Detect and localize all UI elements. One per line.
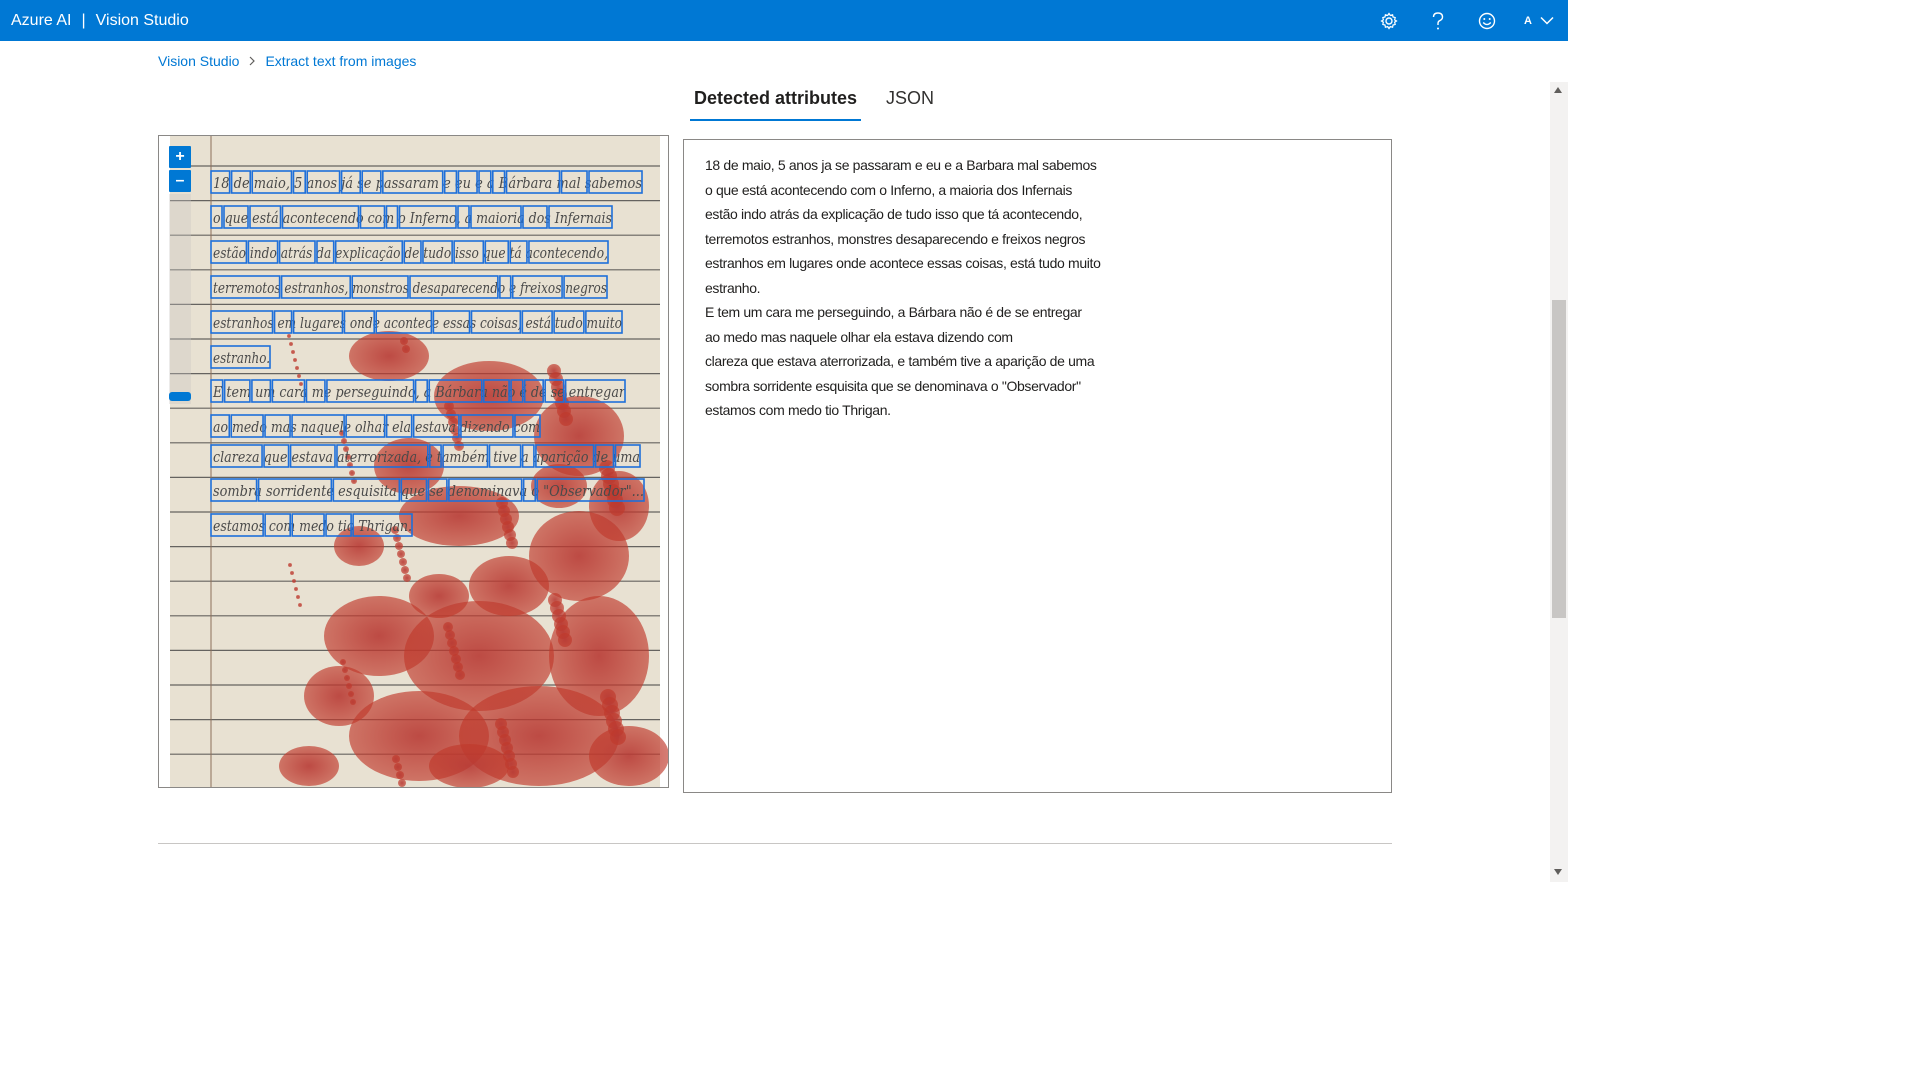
brand-separator: | xyxy=(81,11,86,29)
detected-text-line: terremotos estranhos, monstres desaparec… xyxy=(705,230,1086,247)
scroll-down-icon[interactable] xyxy=(1553,868,1563,876)
detected-text-line: clareza que estava aterrorizada, e també… xyxy=(705,353,1095,369)
handwritten-line: clareza que estava aterrorizada, e també… xyxy=(213,448,640,466)
image-viewer[interactable]: 18 de maio, 5 anos já se passaram e eu e… xyxy=(158,135,669,788)
handwritten-line: estranho. xyxy=(213,349,270,367)
zoom-in-button[interactable]: + xyxy=(169,146,191,168)
product-name: Vision Studio xyxy=(95,11,189,29)
header-actions: A xyxy=(1352,0,1554,41)
gear-icon[interactable] xyxy=(1377,9,1401,33)
top-bar: Azure AI | Vision Studio A xyxy=(0,0,1568,41)
handwritten-line: ao medo mas naquele olhar ela estava diz… xyxy=(213,418,540,436)
breadcrumb-vision-studio[interactable]: Vision Studio xyxy=(158,53,239,69)
breadcrumb-extract-text[interactable]: Extract text from images xyxy=(265,53,416,69)
detected-text-line: E tem um cara me perseguindo, a Bárbara … xyxy=(705,304,1082,320)
result-tabs: Detected attributes JSON xyxy=(690,84,959,121)
zoom-slider-track[interactable] xyxy=(169,194,191,404)
chevron-right-icon xyxy=(249,56,256,66)
detected-text-line: estão indo atrás da explicação de tudo i… xyxy=(705,206,1083,222)
breadcrumb: Vision Studio Extract text from images xyxy=(158,51,416,71)
detected-text-line: sombra sorridente esquisita que se denom… xyxy=(705,377,1081,394)
scrollbar-thumb[interactable] xyxy=(1552,300,1566,618)
divider xyxy=(158,843,1392,844)
zoom-slider-thumb[interactable] xyxy=(169,392,191,401)
detected-text-line: ao medo mas naquele olhar ela estava diz… xyxy=(705,328,1013,345)
handwritten-line: o que está acontecendo com o Inferno, a … xyxy=(213,209,612,227)
avatar: A xyxy=(1524,14,1532,27)
handwritten-line: estamos com medo tio Thrigan. xyxy=(213,517,412,535)
help-icon[interactable] xyxy=(1426,9,1450,33)
zoom-out-button[interactable]: – xyxy=(169,170,191,192)
detected-text-line: o que está acontecendo com o Inferno, a … xyxy=(705,181,1073,198)
brand[interactable]: Azure AI | Vision Studio xyxy=(11,0,189,41)
handwritten-line: 18 de maio, 5 anos já se passaram e eu e… xyxy=(213,174,642,192)
detected-text: 18 de maio, 5 anos ja se passaram e eu e… xyxy=(705,153,1101,423)
detected-text-line: estranhos em lugares onde acontece essas… xyxy=(705,255,1101,271)
detected-text-line: estranho. xyxy=(705,279,761,296)
detected-text-line: estamos com medo tio Thrigan. xyxy=(705,402,891,418)
tab-detected-attributes[interactable]: Detected attributes xyxy=(690,84,862,121)
tab-json[interactable]: JSON xyxy=(882,84,938,118)
uploaded-image: 18 de maio, 5 anos já se passaram e eu e… xyxy=(159,136,668,787)
smiley-icon[interactable] xyxy=(1475,9,1499,33)
detected-text-panel: 18 de maio, 5 anos ja se passaram e eu e… xyxy=(683,139,1392,793)
scroll-up-icon[interactable] xyxy=(1553,86,1563,94)
brand-name: Azure AI xyxy=(11,11,72,29)
chevron-down-icon xyxy=(1540,16,1554,25)
account-menu[interactable]: A xyxy=(1524,15,1554,27)
detected-text-line: 18 de maio, 5 anos ja se passaram e eu e… xyxy=(705,157,1097,173)
handwritten-line: estão indo atrás da explicação de tudo i… xyxy=(213,244,608,262)
